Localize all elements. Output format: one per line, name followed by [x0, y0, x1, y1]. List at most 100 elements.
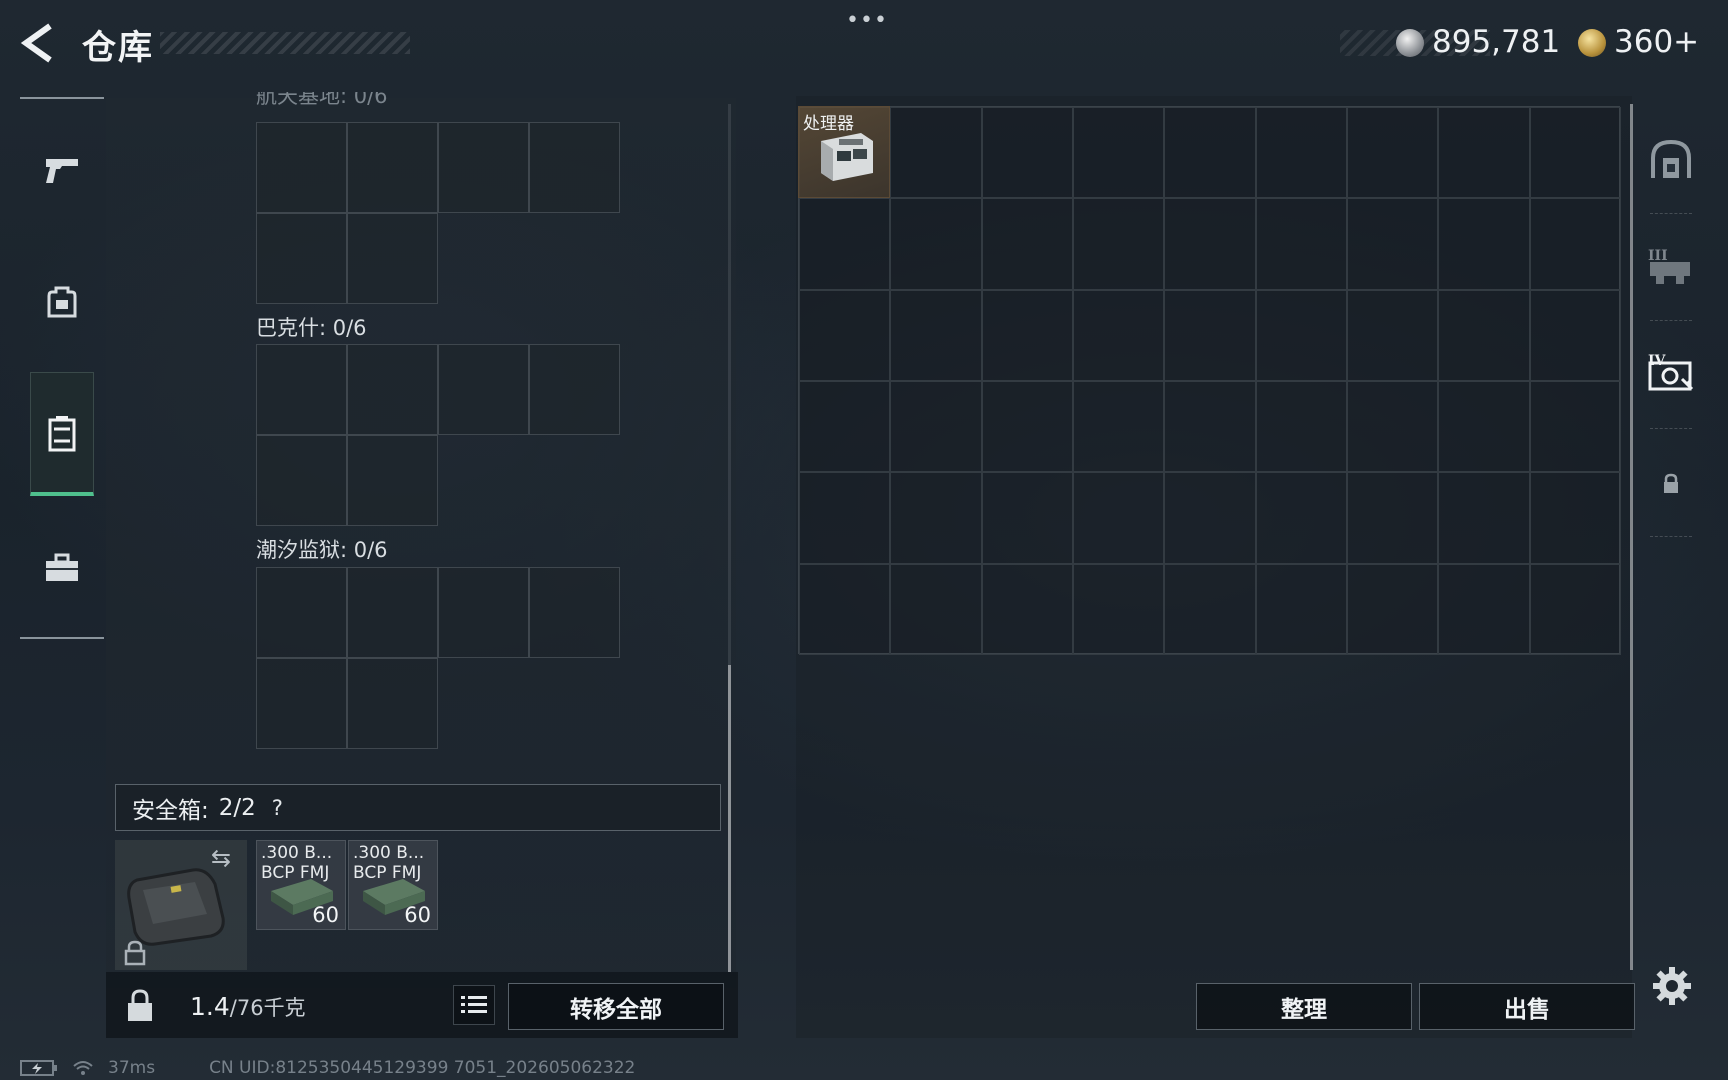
category-containers[interactable]: [30, 372, 94, 496]
sell-button[interactable]: 出售: [1419, 983, 1635, 1030]
settings-button[interactable]: [1650, 964, 1694, 1008]
stash-cell[interactable]: [890, 289, 982, 381]
category-equipment[interactable]: [30, 242, 94, 362]
stash-cell[interactable]: [1347, 472, 1439, 564]
stash-cell[interactable]: [1438, 198, 1530, 290]
stash-cell[interactable]: [890, 381, 982, 473]
stash-tab-1[interactable]: [1646, 130, 1696, 190]
gold-currency-amount[interactable]: 360+: [1614, 24, 1699, 60]
safe-box-item[interactable]: .300 B... BCP FMJ 60: [348, 840, 438, 930]
safe-box-lock-icon[interactable]: [124, 940, 146, 970]
stash-cell[interactable]: [1164, 472, 1256, 564]
stash-cell[interactable]: [1255, 472, 1347, 564]
stash-cell[interactable]: [1164, 289, 1256, 381]
grid-cell[interactable]: [347, 122, 438, 213]
stash-cell[interactable]: [1529, 381, 1621, 473]
stash-cell[interactable]: [1529, 107, 1621, 199]
stash-cell[interactable]: [1164, 563, 1256, 655]
grid-cell[interactable]: [438, 122, 529, 213]
stash-cell[interactable]: [1255, 289, 1347, 381]
stash-cell[interactable]: [1073, 107, 1165, 199]
container-list-scrollbar-thumb[interactable]: [728, 665, 731, 972]
container-grid-tidal-prison[interactable]: [256, 567, 624, 754]
stash-cell[interactable]: [1438, 472, 1530, 564]
container-grid-bakhsh[interactable]: [256, 344, 624, 531]
stash-cell[interactable]: [890, 563, 982, 655]
stash-cell[interactable]: [1073, 381, 1165, 473]
stash-cell[interactable]: [799, 563, 891, 655]
stash-cell[interactable]: [890, 107, 982, 199]
grid-cell[interactable]: [529, 567, 620, 658]
stash-cell[interactable]: [1255, 563, 1347, 655]
stash-cell[interactable]: [1347, 381, 1439, 473]
grid-cell[interactable]: [347, 435, 438, 526]
grid-cell[interactable]: [438, 567, 529, 658]
stash-grid[interactable]: [798, 106, 1621, 655]
stash-cell[interactable]: [1529, 563, 1621, 655]
stash-cell[interactable]: [1438, 107, 1530, 199]
container-lock-icon[interactable]: [125, 988, 155, 1028]
grid-cell[interactable]: [347, 567, 438, 658]
stash-cell[interactable]: [1438, 289, 1530, 381]
stash-cell[interactable]: [1164, 198, 1256, 290]
stash-cell[interactable]: [1255, 381, 1347, 473]
stash-cell[interactable]: [981, 472, 1073, 564]
more-options-button[interactable]: •••: [846, 8, 888, 33]
stash-cell[interactable]: [1347, 107, 1439, 199]
stash-cell[interactable]: [1438, 563, 1530, 655]
stash-cell[interactable]: [1529, 198, 1621, 290]
stash-cell[interactable]: [799, 198, 891, 290]
stash-cell[interactable]: [1438, 381, 1530, 473]
transfer-all-button[interactable]: 转移全部: [508, 983, 724, 1030]
gold-add-icon[interactable]: +: [1673, 24, 1699, 60]
stash-cell[interactable]: [981, 107, 1073, 199]
grid-cell[interactable]: [529, 122, 620, 213]
category-tools[interactable]: [30, 508, 94, 628]
stash-item-processor[interactable]: 处理器: [798, 106, 890, 198]
stash-cell[interactable]: [1529, 472, 1621, 564]
stash-cell[interactable]: [1347, 563, 1439, 655]
stash-cell[interactable]: [1073, 472, 1165, 564]
grid-cell[interactable]: [256, 658, 347, 749]
stash-cell[interactable]: [1255, 107, 1347, 199]
stash-tab-4[interactable]: IV: [1646, 342, 1696, 402]
stash-cell[interactable]: [799, 381, 891, 473]
stash-scrollbar[interactable]: [1630, 104, 1633, 970]
grid-cell[interactable]: [256, 567, 347, 658]
stash-cell[interactable]: [890, 472, 982, 564]
grid-cell[interactable]: [347, 213, 438, 304]
grid-cell[interactable]: [347, 344, 438, 435]
container-grid-aerospace[interactable]: [256, 122, 624, 309]
grid-cell[interactable]: [256, 213, 347, 304]
stash-cell[interactable]: [1529, 289, 1621, 381]
stash-cell[interactable]: [1073, 198, 1165, 290]
stash-cell[interactable]: [1073, 289, 1165, 381]
grid-cell[interactable]: [347, 658, 438, 749]
stash-cell[interactable]: [890, 198, 982, 290]
stash-cell[interactable]: [1347, 198, 1439, 290]
stash-cell[interactable]: [1073, 563, 1165, 655]
stash-cell[interactable]: [799, 289, 891, 381]
stash-tab-3[interactable]: III: [1646, 236, 1696, 296]
grid-cell[interactable]: [256, 122, 347, 213]
stash-cell[interactable]: [981, 198, 1073, 290]
stash-tab-locked[interactable]: [1646, 454, 1696, 514]
stash-cell[interactable]: [981, 563, 1073, 655]
stash-cell[interactable]: [981, 289, 1073, 381]
grid-cell[interactable]: [438, 344, 529, 435]
swap-icon[interactable]: ⇆: [211, 844, 231, 872]
grid-cell[interactable]: [256, 435, 347, 526]
help-icon[interactable]: ?: [272, 796, 283, 820]
stash-cell[interactable]: [1164, 107, 1256, 199]
safe-box-item[interactable]: .300 B... BCP FMJ 60: [256, 840, 346, 930]
list-view-button[interactable]: [453, 985, 495, 1025]
stash-cell[interactable]: [799, 472, 891, 564]
stash-cell[interactable]: [1164, 381, 1256, 473]
stash-cell[interactable]: [981, 381, 1073, 473]
category-weapons[interactable]: [30, 110, 94, 230]
back-button[interactable]: [18, 22, 58, 64]
grid-cell[interactable]: [529, 344, 620, 435]
grid-cell[interactable]: [256, 344, 347, 435]
stash-cell[interactable]: [1255, 198, 1347, 290]
stash-cell[interactable]: [1347, 289, 1439, 381]
